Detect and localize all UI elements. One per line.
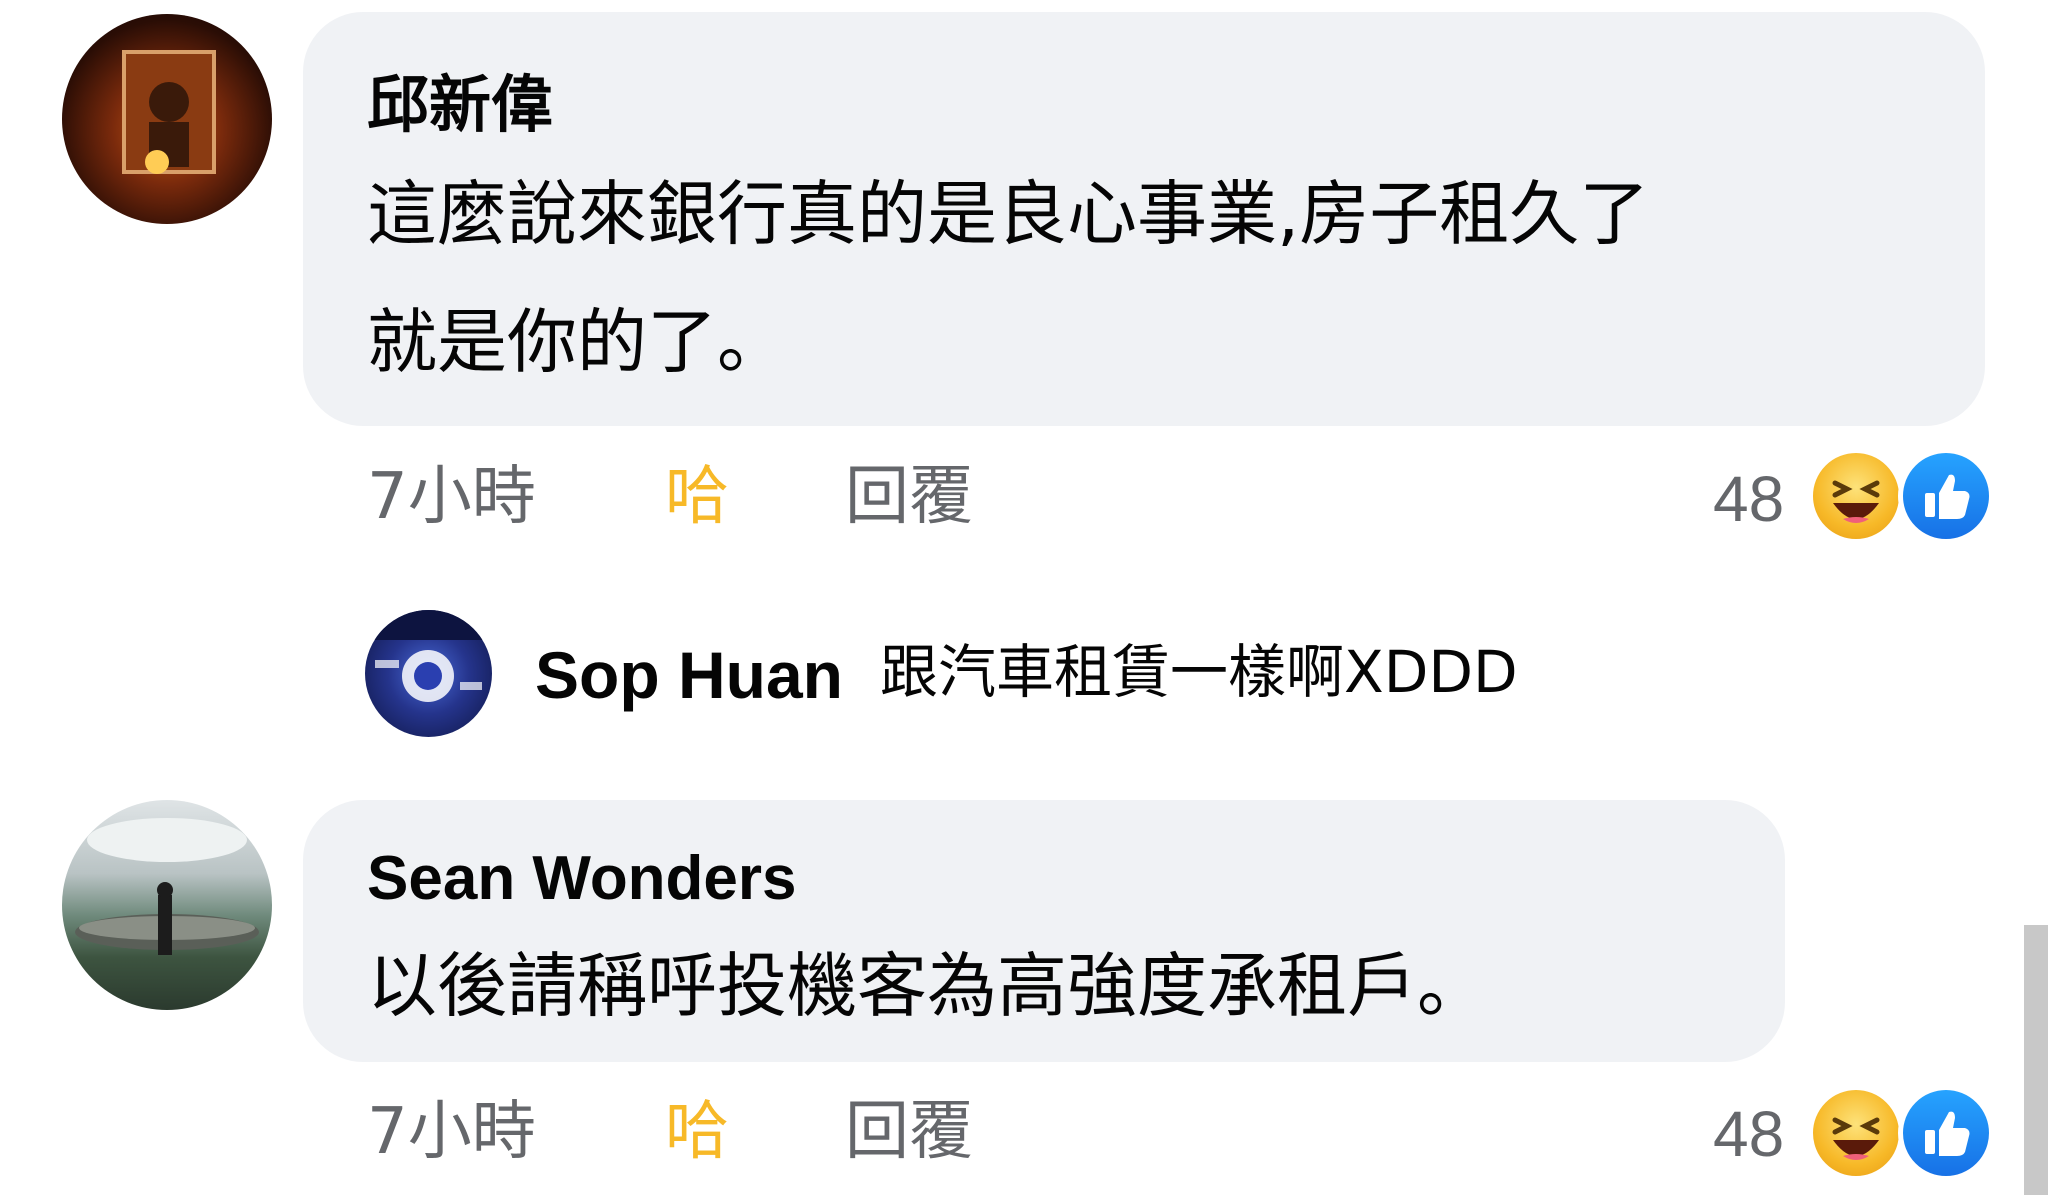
reaction-count[interactable]: 48: [1713, 1102, 1784, 1166]
reply-author[interactable]: Sop Huan: [535, 642, 843, 708]
comment-text-line: 以後請稱呼投機客為高強度承租戶。: [367, 945, 1487, 1027]
reply-button[interactable]: 回覆: [845, 1100, 973, 1164]
scrollbar-thumb[interactable]: [2024, 925, 2048, 1195]
reaction-haha-button[interactable]: 哈: [665, 465, 729, 529]
reaction-count[interactable]: 48: [1713, 467, 1784, 531]
haha-emoji-icon: [1808, 448, 1904, 544]
comment-time[interactable]: 7小時: [367, 465, 536, 529]
like-thumb-icon: [1898, 448, 1994, 544]
reply-button[interactable]: 回覆: [845, 465, 973, 529]
avatar[interactable]: [62, 800, 272, 1010]
avatar[interactable]: [62, 14, 272, 224]
like-thumb-icon: [1898, 1085, 1994, 1181]
comment-text-line: 這麼說來銀行真的是良心事業,房子租久了: [367, 173, 1650, 255]
comment-text-line: 就是你的了。: [367, 301, 787, 383]
avatar[interactable]: [365, 610, 492, 737]
haha-emoji-icon: [1808, 1085, 1904, 1181]
comment-time[interactable]: 7小時: [367, 1100, 536, 1164]
reaction-haha-button[interactable]: 哈: [665, 1100, 729, 1164]
reply-text: 跟汽車租賃一樣啊XDDD: [880, 638, 1518, 706]
comment-author[interactable]: 邱新偉: [367, 75, 553, 137]
comment-author[interactable]: Sean Wonders: [367, 848, 797, 910]
